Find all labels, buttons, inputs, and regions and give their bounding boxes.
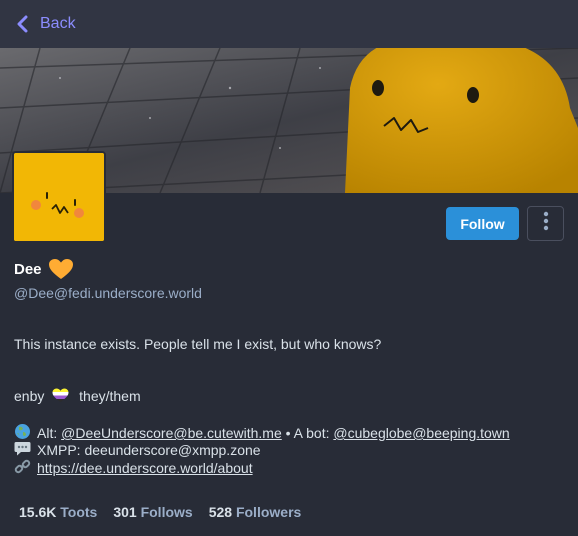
bio-line: This instance exists. People tell me I e… bbox=[14, 336, 382, 352]
bio-xmpp: XMPP: deeunderscore@xmpp.zone bbox=[14, 441, 261, 459]
xmpp-address: XMPP: deeunderscore@xmpp.zone bbox=[37, 442, 261, 458]
vertical-ellipsis-icon bbox=[543, 211, 549, 236]
bot-prefix: • A bot: bbox=[281, 425, 334, 441]
profile-stats: 15.6K Toots 301 Follows 528 Followers bbox=[19, 504, 317, 520]
stat-label: Followers bbox=[235, 504, 302, 520]
display-name-row: Dee bbox=[14, 258, 74, 280]
stat-follows[interactable]: 301 Follows bbox=[113, 504, 192, 520]
stat-label: Follows bbox=[140, 504, 193, 520]
pronouns-prefix: enby bbox=[14, 388, 45, 404]
bot-account-link[interactable]: @cubeglobe@beeping.town bbox=[333, 425, 509, 441]
stat-followers[interactable]: 528 Followers bbox=[209, 504, 302, 520]
chevron-left-icon bbox=[16, 13, 34, 35]
stat-value: 528 bbox=[208, 504, 233, 520]
bio-link: https://dee.underscore.world/about bbox=[14, 459, 253, 477]
globe-icon bbox=[14, 423, 31, 439]
orange-heart-icon bbox=[48, 258, 74, 280]
alt-prefix: Alt: bbox=[37, 425, 62, 441]
back-label: Back bbox=[40, 15, 76, 32]
speech-bubble-icon bbox=[14, 441, 31, 456]
bio-alt-accounts: Alt: @DeeUnderscore@be.cutewith.me • A b… bbox=[14, 423, 510, 442]
follow-button[interactable]: Follow bbox=[446, 207, 519, 240]
stat-value: 301 bbox=[113, 504, 137, 520]
link-icon bbox=[14, 459, 31, 474]
stat-toots[interactable]: 15.6K Toots bbox=[19, 504, 97, 520]
bio-pronouns: enby they/them bbox=[14, 387, 141, 405]
top-bar: Back bbox=[0, 0, 578, 48]
stat-value: 15.6K bbox=[19, 504, 57, 520]
back-button[interactable]: Back bbox=[16, 13, 76, 35]
nonbinary-heart-icon bbox=[52, 388, 69, 403]
alt-account-link[interactable]: @DeeUnderscore@be.cutewith.me bbox=[61, 425, 282, 441]
website-link[interactable]: https://dee.underscore.world/about bbox=[37, 460, 253, 476]
display-name: Dee bbox=[14, 260, 42, 278]
more-options-button[interactable] bbox=[527, 206, 564, 241]
account-handle: @Dee@fedi.underscore.world bbox=[14, 285, 202, 301]
stat-label: Toots bbox=[60, 504, 98, 520]
pronouns: they/them bbox=[79, 388, 141, 404]
avatar[interactable] bbox=[12, 151, 106, 243]
